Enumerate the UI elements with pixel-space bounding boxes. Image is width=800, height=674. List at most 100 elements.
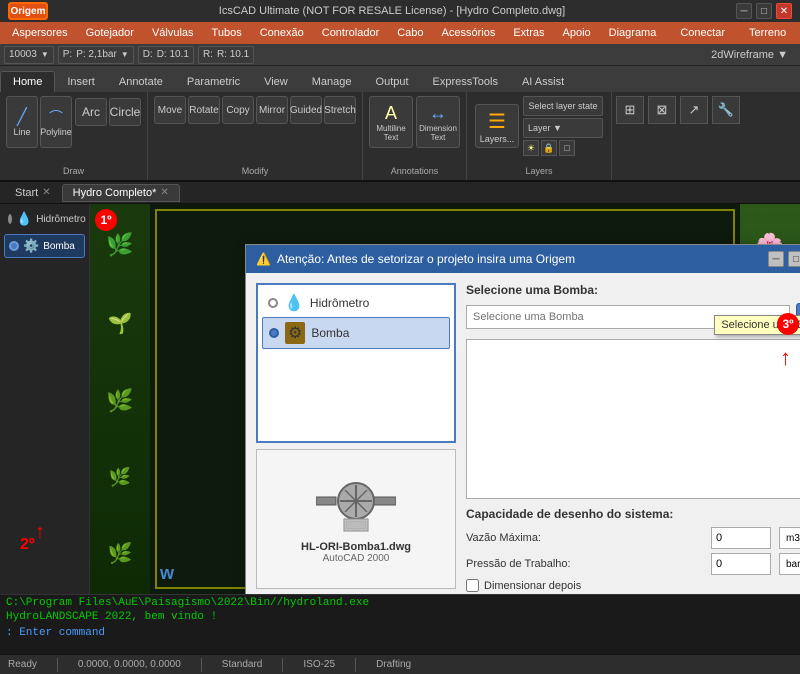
tab-tubos[interactable]: Tubos <box>204 26 250 40</box>
close-start-tab[interactable]: ✕ <box>42 187 50 198</box>
radio-bomba[interactable] <box>9 241 19 251</box>
modal-maximize[interactable]: □ <box>788 251 800 267</box>
vazao-input[interactable] <box>711 527 771 549</box>
select-label: Selecione uma Bomba: <box>466 283 800 297</box>
close-button[interactable]: ✕ <box>776 3 792 19</box>
tab-diagrama[interactable]: Diagrama <box>601 26 665 40</box>
status-standard: Standard <box>222 659 263 670</box>
minimize-button[interactable]: ─ <box>736 3 752 19</box>
vazao-unit[interactable]: m3/h L/h <box>779 527 800 549</box>
modal-left-section: 💧 Hidrômetro ⚙ Bomba <box>256 283 456 594</box>
multiline-text-tool[interactable]: A Multiline Text <box>369 96 413 148</box>
status-div2 <box>201 658 202 672</box>
view-mode[interactable]: 2dWireframe ▼ <box>711 49 796 61</box>
modal-title-text-label: Atenção: Antes de setorizar o projeto in… <box>277 252 575 266</box>
diameter2-combo[interactable]: R:R: 10.1 <box>198 46 254 64</box>
tab-start[interactable]: Start ✕ <box>4 184 62 202</box>
radio-hidrometro[interactable] <box>8 214 12 224</box>
guided-tool[interactable]: Guided <box>290 96 322 124</box>
panel-item-bomba[interactable]: ⚙️ Bomba <box>4 234 85 258</box>
dimension-tool[interactable]: ↔ Dimension Text <box>416 96 460 148</box>
dimensionar-row: Dimensionar depois <box>466 579 800 592</box>
ribbon-right: ⊞ ⊠ ↗ 🔧 <box>612 92 800 180</box>
layer-dropdown[interactable]: Layer ▼ <box>523 118 603 138</box>
tab-manage[interactable]: Manage <box>300 72 364 92</box>
plant-5: 🌿 <box>108 541 133 566</box>
polyline-tool[interactable]: ⌒ Polyline <box>40 96 72 148</box>
layer-combo[interactable]: 10003▼ <box>4 46 54 64</box>
circle-tool[interactable]: Circle <box>109 98 141 126</box>
status-coordinates: 0.0000, 0.0000, 0.0000 <box>78 659 181 670</box>
layer-icon1[interactable]: ☀ <box>523 140 539 156</box>
tab-view[interactable]: View <box>252 72 300 92</box>
ribbon-group-modify: Move Rotate Copy Mirror Guided Stretch M… <box>148 92 363 180</box>
tab-controlador[interactable]: Controlador <box>314 26 387 40</box>
modal-minimize[interactable]: ─ <box>768 251 784 267</box>
layers-tool[interactable]: ☰ Layers... <box>475 104 519 148</box>
tab-hydro-completo[interactable]: Hydro Completo* ✕ <box>62 184 180 202</box>
tab-terreno[interactable]: Terreno <box>741 26 794 40</box>
rotate-tool[interactable]: Rotate <box>188 96 220 124</box>
tab-annotate[interactable]: Annotate <box>107 72 175 92</box>
tab-home[interactable]: Home <box>0 71 55 92</box>
plant-3: 🌿 <box>106 388 133 414</box>
stretch-tool[interactable]: Stretch <box>324 96 356 124</box>
tab-conectar[interactable]: Conectar <box>672 26 733 40</box>
pressao-input[interactable] <box>711 553 771 575</box>
tab-valvulas[interactable]: Válvulas <box>144 26 202 40</box>
annotation-2: 2º <box>20 536 35 554</box>
ribbon-icon-3[interactable]: ↗ <box>680 96 708 124</box>
preview-right <box>466 339 800 499</box>
modal-window: ⚠️ Atenção: Antes de setorizar o projeto… <box>245 244 800 594</box>
tab-insert[interactable]: Insert <box>55 72 107 92</box>
left-panel: 💧 Hidrômetro ⚙️ Bomba 2º ↑ <box>0 204 90 594</box>
app-title: IcsCAD Ultimate (NOT FOR RESALE License)… <box>56 5 728 17</box>
tab-output[interactable]: Output <box>364 72 421 92</box>
layer-state-tool[interactable]: Select layer state <box>523 96 603 116</box>
ribbon-group-draw: ╱ Line ⌒ Polyline Arc Circle <box>0 92 148 180</box>
ribbon-group-layers: ☰ Layers... Select layer state Layer ▼ ☀… <box>467 92 612 180</box>
status-ready: Ready <box>8 659 37 670</box>
ribbon-icon-4[interactable]: 🔧 <box>712 96 740 124</box>
title-bar: Origem IcsCAD Ultimate (NOT FOR RESALE L… <box>0 0 800 22</box>
command-line-1: C:\Program Files\AuE\Paisagismo\2022\Bin… <box>6 597 794 609</box>
panel-item-hidrometro[interactable]: 💧 Hidrômetro <box>4 208 85 230</box>
line-tool[interactable]: ╱ Line <box>6 96 38 148</box>
tab-aspersores[interactable]: Aspersores <box>4 26 76 40</box>
pressao-unit[interactable]: bar psi <box>779 553 800 575</box>
pressure-combo[interactable]: P:P: 2,1bar▼ <box>58 46 134 64</box>
tab-cabo[interactable]: Cabo <box>389 26 431 40</box>
diameter1-combo[interactable]: D:D: 10.1 <box>138 46 194 64</box>
layer-icon3[interactable]: □ <box>559 140 575 156</box>
arc-tool[interactable]: Arc <box>75 98 107 126</box>
item-list: 💧 Hidrômetro ⚙ Bomba <box>256 283 456 443</box>
mirror-tool[interactable]: Mirror <box>256 96 288 124</box>
tab-conexao[interactable]: Conexão <box>252 26 312 40</box>
close-hydro-tab[interactable]: ✕ <box>160 187 168 198</box>
ribbon-icon-1[interactable]: ⊞ <box>616 96 644 124</box>
list-item-bomba[interactable]: ⚙ Bomba <box>262 317 450 349</box>
modal-window-controls: ─ □ ✕ <box>768 251 800 267</box>
layer-icon2[interactable]: 🔒 <box>541 140 557 156</box>
maximize-button[interactable]: □ <box>756 3 772 19</box>
move-tool[interactable]: Move <box>154 96 186 124</box>
warning-icon: ⚠️ <box>256 252 271 266</box>
radio-hidrometro-modal[interactable] <box>268 298 278 308</box>
tab-acessorios[interactable]: Acessórios <box>434 26 504 40</box>
ribbon-icon-2[interactable]: ⊠ <box>648 96 676 124</box>
tab-aiassist[interactable]: AI Assist <box>510 72 576 92</box>
list-item-hidrometro[interactable]: 💧 Hidrômetro <box>262 289 450 317</box>
tab-extras[interactable]: Extras <box>505 26 552 40</box>
plant-2: 🌱 <box>108 311 133 336</box>
tab-gotejador[interactable]: Gotejador <box>78 26 142 40</box>
draw-tools: ╱ Line ⌒ Polyline Arc Circle <box>6 96 141 148</box>
bomba-icon: ⚙ <box>285 322 305 344</box>
copy-tool[interactable]: Copy <box>222 96 254 124</box>
origem-button[interactable]: Origem <box>8 2 48 20</box>
tab-parametric[interactable]: Parametric <box>175 72 252 92</box>
tab-apoio[interactable]: Apoio <box>555 26 599 40</box>
dimensionar-checkbox[interactable] <box>466 579 479 592</box>
canvas: 🌿 🌱 🌿 🌿 🌿 w 🌸 🌼 🌿 🌹 🌸 <box>90 204 800 594</box>
tab-expresstools[interactable]: ExpressTools <box>421 72 510 92</box>
radio-bomba-modal[interactable] <box>269 328 279 338</box>
